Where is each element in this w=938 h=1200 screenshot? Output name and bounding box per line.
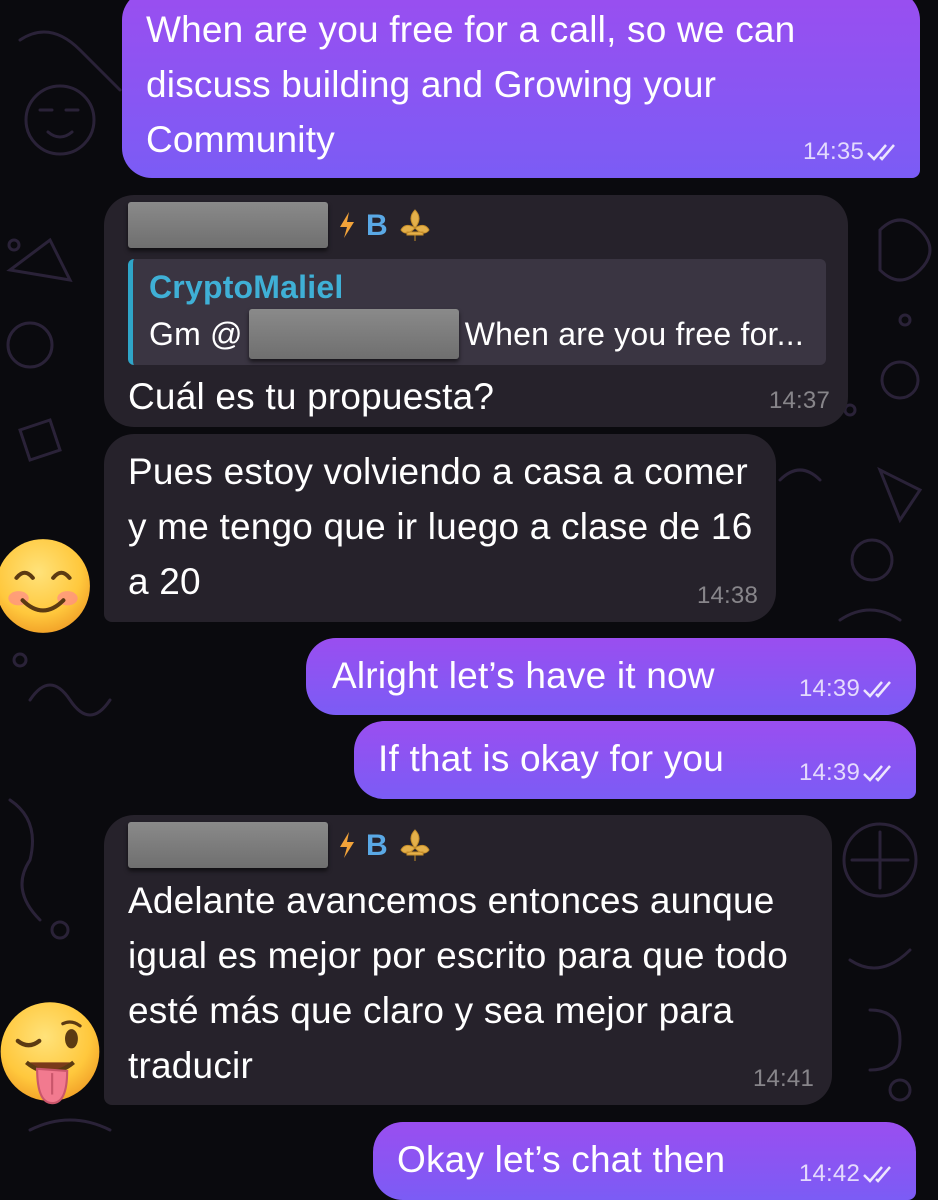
reply-snippet: When are you free for... <box>464 316 804 352</box>
lightning-icon <box>340 832 354 858</box>
message-time: 14:42 <box>798 1160 860 1187</box>
message-bubble-outgoing[interactable]: Alright let’s have it now 14:39 <box>306 638 916 715</box>
message-bubble-outgoing[interactable]: Okay let’s chat then 14:42 <box>373 1122 916 1200</box>
message-time: 14:39 <box>798 675 860 702</box>
message-meta: 14:39 <box>799 675 898 703</box>
redacted-sender-name <box>128 202 328 248</box>
message-bubble-outgoing[interactable]: If that is okay for you 14:39 <box>354 721 916 799</box>
redacted-sender-name <box>128 822 328 868</box>
lightning-icon <box>340 212 354 238</box>
sender-name-row[interactable]: B <box>128 817 810 873</box>
sender-name-row[interactable]: B <box>128 197 826 253</box>
message-time: 14:35 <box>802 138 864 165</box>
message-meta: 14:41 <box>753 1065 814 1093</box>
message-text: Pues estoy volviendo a casa a comer y me… <box>128 451 753 602</box>
reply-sender-name: CryptoMaliel <box>149 269 344 305</box>
message-text: Adelante avancemos entonces aunque igual… <box>128 880 788 1086</box>
message-time: 14:38 <box>696 582 758 609</box>
double-check-icon <box>863 681 891 698</box>
message-bubble-incoming[interactable]: Pues estoy volviendo a casa a comer y me… <box>104 434 776 622</box>
bitcoin-badge-icon: B <box>366 828 388 862</box>
message-meta: 14:39 <box>799 759 898 787</box>
message-bubble-incoming[interactable]: B CryptoMaliel Gm @ When are you free fo… <box>104 195 848 427</box>
message-meta: 14:37 <box>769 387 830 415</box>
double-check-icon <box>867 144 895 161</box>
message-bubble-incoming[interactable]: B Adelante avancemos entonces aunque igu… <box>104 815 832 1105</box>
double-check-icon <box>863 765 891 782</box>
bitcoin-badge-icon: B <box>366 208 388 242</box>
message-text: Cuál es tu propuesta? <box>128 376 495 417</box>
reply-quote[interactable]: CryptoMaliel Gm @ When are you free for.… <box>128 259 826 365</box>
fleur-de-lis-icon <box>400 829 430 861</box>
fleur-de-lis-icon <box>400 209 430 241</box>
message-time: 14:39 <box>798 759 860 786</box>
reply-preview: Gm @ When are you free for... <box>149 309 810 359</box>
smiling-face-emoji-avatar[interactable] <box>0 535 94 637</box>
reply-prefix: Gm @ <box>149 316 243 352</box>
message-bubble-outgoing[interactable]: When are you free for a call, so we can … <box>122 0 920 178</box>
message-meta: 14:35 <box>803 138 902 166</box>
message-time: 14:37 <box>768 387 830 414</box>
double-check-icon <box>863 1166 891 1183</box>
winking-tongue-emoji-avatar[interactable] <box>0 998 106 1116</box>
message-meta: 14:42 <box>799 1160 898 1188</box>
message-meta: 14:38 <box>697 582 758 610</box>
message-time: 14:41 <box>752 1065 814 1092</box>
redacted-mention <box>248 309 459 359</box>
message-text: When are you free for a call, so we can … <box>146 9 796 160</box>
